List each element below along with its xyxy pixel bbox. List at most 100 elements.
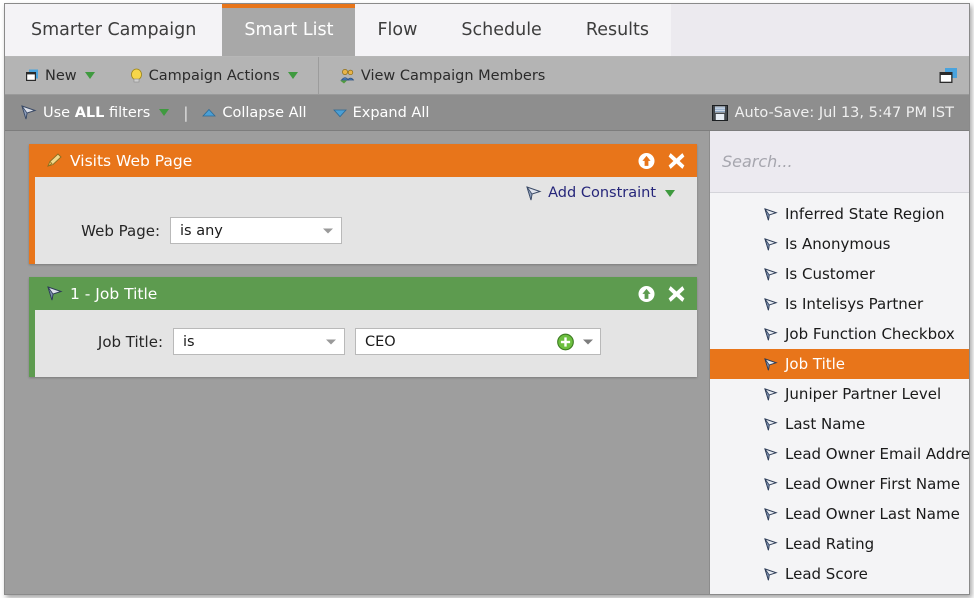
main-toolbar: New Campaign Actions View Campaign Membe… <box>5 57 969 95</box>
funnel-icon <box>764 207 778 221</box>
list-item[interactable]: Lead Owner First Name <box>710 469 969 499</box>
web-page-label: Web Page: <box>81 221 160 240</box>
pencil-filter-icon <box>47 153 63 168</box>
list-item-label: Lead Rating <box>785 535 875 553</box>
add-value-icon[interactable] <box>557 333 574 350</box>
list-item-label: Last Name <box>785 415 866 433</box>
chevron-down-icon[interactable] <box>583 339 593 344</box>
users-icon <box>339 68 356 84</box>
chevron-down-icon[interactable] <box>287 72 298 79</box>
tab-strip: Smarter Campaign Smart List Flow Schedul… <box>5 4 969 57</box>
new-button-label: New <box>45 67 77 84</box>
job-title-operator-select[interactable]: is <box>173 328 345 355</box>
lightbulb-icon <box>129 68 144 84</box>
filter-panel-job-title: 1 - Job Title Job Title: is CEO <box>29 277 697 377</box>
funnel-icon <box>764 507 778 521</box>
filter-bar: Use ALL filters | Collapse All Expand Al… <box>5 95 969 131</box>
tab-smarter-campaign[interactable]: Smarter Campaign <box>5 4 223 56</box>
list-item[interactable]: Is Intelisys Partner <box>710 289 969 319</box>
list-item-label: Lead Owner Email Address <box>785 445 969 463</box>
tab-label: Results <box>585 19 650 40</box>
autosave-status: Auto-Save: Jul 13, 5:47 PM IST <box>711 104 954 121</box>
list-item-label: Is Intelisys Partner <box>785 295 924 313</box>
filter-panel-body: Job Title: is CEO <box>35 310 697 377</box>
panel-toggle-button[interactable] <box>937 67 959 85</box>
search-container <box>710 131 969 193</box>
filter-panel-visits-web-page: Visits Web Page Add Constraint Web Page:… <box>29 144 697 264</box>
field-list[interactable]: Inferred State Region Is Anonymous Is Cu… <box>710 193 969 594</box>
filter-panel-header[interactable]: 1 - Job Title <box>35 277 697 310</box>
funnel-icon <box>526 185 542 201</box>
list-item-label: Lead Owner Last Name <box>785 505 960 523</box>
expand-all-label: Expand All <box>352 104 430 121</box>
expand-all-button[interactable]: Expand All <box>332 104 430 121</box>
filter-panel-header[interactable]: Visits Web Page <box>35 144 697 177</box>
close-icon[interactable] <box>668 152 685 169</box>
tab-flow[interactable]: Flow <box>355 4 440 56</box>
save-floppy-icon <box>711 104 728 121</box>
application-window: Smarter Campaign Smart List Flow Schedul… <box>4 3 970 595</box>
funnel-icon <box>764 537 778 551</box>
list-item[interactable]: Inferred State Region <box>710 199 969 229</box>
toolbar-group-secondary: View Campaign Members <box>319 57 565 94</box>
list-item-label: Lead Owner First Name <box>785 475 961 493</box>
chevron-up-icon <box>202 108 217 118</box>
tab-smart-list[interactable]: Smart List <box>222 4 356 56</box>
list-item[interactable]: Lead Score <box>710 559 969 589</box>
field-picker-sidebar: Inferred State Region Is Anonymous Is Cu… <box>709 131 969 594</box>
list-item[interactable]: Lead Owner Last Name <box>710 499 969 529</box>
filter-panel-title: 1 - Job Title <box>70 284 158 303</box>
list-item[interactable]: Juniper Partner Level <box>710 379 969 409</box>
job-title-value-text: CEO <box>365 333 396 350</box>
filter-canvas: Visits Web Page Add Constraint Web Page:… <box>5 131 711 594</box>
list-item[interactable]: Lead Owner Email Address <box>710 439 969 469</box>
collapse-all-label: Collapse All <box>222 104 307 121</box>
funnel-icon <box>764 417 778 431</box>
add-constraint-button[interactable]: Add Constraint <box>45 185 687 201</box>
list-item[interactable]: Last Name <box>710 409 969 439</box>
collapse-all-button[interactable]: Collapse All <box>202 104 307 121</box>
list-item-label: Is Anonymous <box>785 235 891 253</box>
web-page-operator-select[interactable]: is any <box>170 217 342 244</box>
new-document-icon <box>25 68 40 83</box>
campaign-actions-label: Campaign Actions <box>148 67 280 84</box>
tab-schedule[interactable]: Schedule <box>439 4 564 56</box>
chevron-down-icon[interactable] <box>84 72 95 79</box>
funnel-icon <box>764 477 778 491</box>
chevron-down-icon[interactable] <box>665 189 675 197</box>
list-item[interactable]: Job Function Checkbox <box>710 319 969 349</box>
funnel-icon <box>764 447 778 461</box>
campaign-actions-button[interactable]: Campaign Actions <box>123 68 304 84</box>
list-item[interactable]: Is Customer <box>710 259 969 289</box>
autosave-text: Auto-Save: Jul 13, 5:47 PM IST <box>734 104 954 121</box>
chevron-down-icon[interactable] <box>159 109 170 116</box>
move-up-icon[interactable] <box>638 285 655 302</box>
workspace: Visits Web Page Add Constraint Web Page:… <box>5 131 969 594</box>
funnel-icon <box>764 267 778 281</box>
funnel-icon <box>764 327 778 341</box>
use-all-filters-button[interactable]: Use ALL filters <box>21 105 170 121</box>
list-item[interactable]: Is Anonymous <box>710 229 969 259</box>
list-item-label: Inferred State Region <box>785 205 945 223</box>
job-title-value-input[interactable]: CEO <box>355 328 601 355</box>
list-item[interactable]: Lead Rating <box>710 529 969 559</box>
view-campaign-members-button[interactable]: View Campaign Members <box>333 68 551 84</box>
tab-results[interactable]: Results <box>563 4 672 56</box>
new-button[interactable]: New <box>19 68 101 84</box>
funnel-icon <box>47 286 63 301</box>
funnel-icon <box>764 567 778 581</box>
chevron-down-icon <box>323 228 333 233</box>
constraint-row-web-page: Web Page: is any <box>45 213 687 248</box>
funnel-icon <box>764 297 778 311</box>
list-item-label: Job Function Checkbox <box>785 325 955 343</box>
move-up-icon[interactable] <box>638 152 655 169</box>
list-item-label: Job Title <box>785 355 846 373</box>
constraint-row-job-title: Job Title: is CEO <box>45 324 687 359</box>
search-input[interactable] <box>722 152 957 171</box>
tab-label: Smarter Campaign <box>31 19 197 40</box>
list-item-job-title[interactable]: Job Title <box>710 349 969 379</box>
filter-panel-title: Visits Web Page <box>70 151 193 170</box>
view-campaign-members-label: View Campaign Members <box>360 67 546 84</box>
web-page-operator-value: is any <box>180 222 223 239</box>
close-icon[interactable] <box>668 285 685 302</box>
